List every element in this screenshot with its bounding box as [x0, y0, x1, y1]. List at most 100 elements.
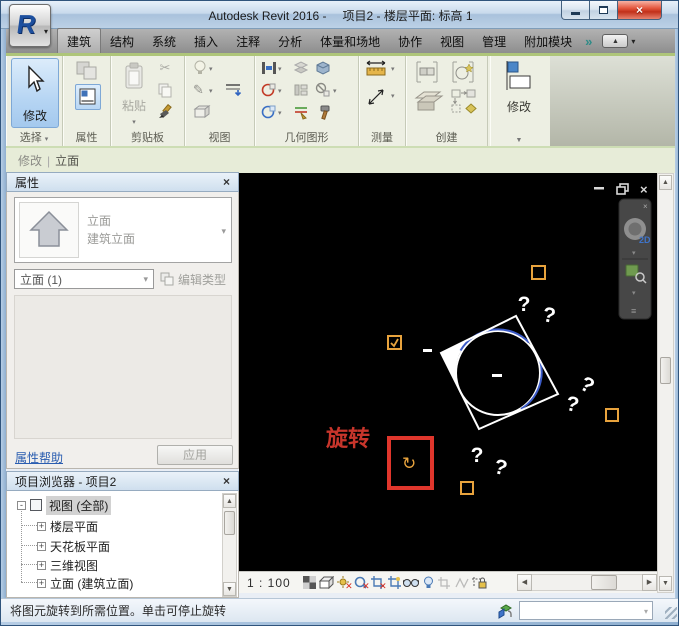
tab-addins[interactable]: 附加模块: [515, 29, 581, 54]
close-icon[interactable]: ×: [223, 474, 230, 488]
view-restore-icon[interactable]: [616, 183, 629, 195]
tree-item-views-root[interactable]: - 视图 (全部): [17, 495, 112, 515]
view-scale[interactable]: 1 : 100: [247, 576, 291, 590]
temporary-hide-isolate-icon[interactable]: [403, 575, 420, 591]
resize-grip[interactable]: [665, 607, 677, 619]
tree-scrollbar[interactable]: ▲ ▼: [222, 493, 237, 597]
element-circle[interactable]: [455, 330, 541, 416]
chevron-down-icon[interactable]: ▼: [490, 137, 548, 144]
tab-systems[interactable]: 系统: [143, 29, 185, 54]
cut-icon[interactable]: ✂: [157, 60, 173, 76]
scroll-right-icon[interactable]: ▶: [642, 574, 657, 591]
tree-expand-icon[interactable]: +: [37, 541, 46, 551]
horizontal-scrollbar[interactable]: ◀ ▶: [517, 574, 657, 592]
panel-select-label[interactable]: 选择 ▾: [6, 129, 62, 145]
drawing-area[interactable]: × × 2D ▾ ▾ ≡ ? ? ? ? ? ? 旋转 ↻: [239, 173, 657, 571]
tab-analyze[interactable]: 分析: [269, 29, 311, 54]
tab-architecture[interactable]: 建筑: [57, 28, 102, 54]
tree-item-label[interactable]: 楼层平面: [50, 518, 98, 535]
cut-geometry-icon[interactable]: [261, 60, 277, 76]
marker-square[interactable]: [605, 408, 619, 422]
tree-collapse-icon[interactable]: -: [17, 500, 26, 510]
close-button[interactable]: ×: [617, 1, 662, 20]
create-group-icon[interactable]: [450, 60, 476, 84]
tab-overflow-icon[interactable]: »: [585, 34, 592, 49]
apply-button[interactable]: 应用: [157, 445, 233, 465]
pencil-icon[interactable]: ✎: [193, 82, 204, 98]
chevron-down-icon[interactable]: ▾: [221, 226, 226, 237]
sun-path-off-icon[interactable]: ✕: [335, 575, 353, 591]
thin-lines-icon[interactable]: [225, 82, 243, 98]
worksets-icon[interactable]: [497, 602, 515, 620]
view-window-controls[interactable]: ×: [594, 182, 648, 197]
tree-item-elevations[interactable]: + 立面 (建筑立面): [37, 574, 133, 592]
status-filter-combobox[interactable]: ▾: [519, 601, 653, 620]
ribbon-collapse-dropdown-icon[interactable]: ▾: [631, 37, 635, 46]
tree-expand-icon[interactable]: +: [37, 521, 46, 531]
lightbulb-icon[interactable]: [193, 60, 207, 76]
minimize-button[interactable]: [561, 1, 590, 20]
demolish-hammer-icon[interactable]: [315, 104, 331, 120]
join-geometry-icon[interactable]: [261, 104, 277, 120]
edit-type-button[interactable]: 编辑类型: [159, 269, 234, 289]
tree-item-label[interactable]: 立面 (建筑立面): [50, 575, 133, 592]
visual-style-icon[interactable]: [318, 575, 335, 591]
tab-manage[interactable]: 管理: [473, 29, 515, 54]
tab-massing-site[interactable]: 体量和场地: [311, 29, 389, 54]
instance-filter-combobox[interactable]: 立面 (1) ▾: [14, 269, 154, 289]
reveal-hidden-elements-icon[interactable]: [420, 575, 437, 591]
tab-annotate[interactable]: 注释: [227, 29, 269, 54]
tree-expand-icon[interactable]: +: [37, 560, 46, 570]
show-crop-region-icon[interactable]: [386, 575, 403, 591]
paste-button[interactable]: 粘贴 ▾: [117, 58, 151, 128]
unjoin-icon[interactable]: [315, 82, 331, 98]
rotated-element[interactable]: [423, 314, 560, 431]
match-type-brush-icon[interactable]: [157, 104, 173, 120]
scrollbar-thumb[interactable]: [660, 357, 671, 384]
legend-component-icon[interactable]: [414, 60, 440, 84]
scroll-up-icon[interactable]: ▲: [223, 494, 236, 508]
properties-help-link[interactable]: 属性帮助: [15, 449, 63, 466]
chevron-down-icon[interactable]: ▾: [632, 290, 636, 297]
application-menu-button[interactable]: R ▾: [9, 4, 51, 47]
type-selector[interactable]: 立面 建筑立面 ▾: [14, 197, 232, 263]
scroll-down-icon[interactable]: ▼: [223, 582, 236, 596]
paste-aligned-icon[interactable]: [293, 60, 309, 76]
tab-view[interactable]: 视图: [431, 29, 473, 54]
ribbon-collapse-button[interactable]: ▲: [602, 34, 629, 48]
scroll-left-icon[interactable]: ◀: [517, 574, 532, 591]
modify-tool-button[interactable]: 修改: [11, 58, 59, 128]
tree-item-3d-views[interactable]: + 三维视图: [37, 556, 98, 574]
marker-square[interactable]: [460, 481, 474, 495]
tree-item-label[interactable]: 三维视图: [50, 557, 98, 574]
tab-structure[interactable]: 结构: [101, 29, 143, 54]
create-similar-icon[interactable]: [414, 88, 444, 114]
properties-button[interactable]: [75, 84, 101, 110]
scroll-down-icon[interactable]: ▼: [659, 576, 672, 591]
view-close-icon[interactable]: ×: [640, 182, 648, 197]
temporary-view-properties-icon[interactable]: [437, 575, 454, 591]
cope-cube-icon[interactable]: [315, 60, 331, 76]
tree-item-label[interactable]: 天花板平面: [50, 538, 110, 555]
tree-item-floor-plans[interactable]: + 楼层平面: [37, 517, 98, 535]
view-minimize-icon[interactable]: [594, 187, 604, 190]
create-assembly-icon[interactable]: [450, 88, 478, 114]
default-3d-box-icon[interactable]: [193, 104, 211, 120]
properties-header[interactable]: 属性 ×: [6, 172, 239, 192]
tree-expand-icon[interactable]: +: [37, 578, 46, 588]
beam-joins-icon[interactable]: [293, 104, 309, 120]
scrollbar-thumb[interactable]: [224, 511, 235, 535]
wall-joins-icon[interactable]: [293, 82, 309, 98]
detail-level-icon[interactable]: [301, 575, 318, 591]
close-icon[interactable]: ×: [223, 175, 230, 189]
tab-insert[interactable]: 插入: [185, 29, 227, 54]
measure-tape-icon[interactable]: [365, 59, 387, 79]
cut-profile-icon[interactable]: [261, 82, 277, 98]
tab-collaborate[interactable]: 协作: [389, 29, 431, 54]
navbar-menu-icon[interactable]: ≡: [631, 306, 636, 316]
navbar-close-icon[interactable]: ×: [643, 202, 648, 211]
hide-analytical-model-icon[interactable]: [454, 575, 471, 591]
tree-item-ceiling-plans[interactable]: + 天花板平面: [37, 537, 110, 555]
shadows-off-icon[interactable]: ✕: [352, 575, 370, 591]
vertical-scrollbar[interactable]: ▲ ▼: [657, 173, 674, 593]
